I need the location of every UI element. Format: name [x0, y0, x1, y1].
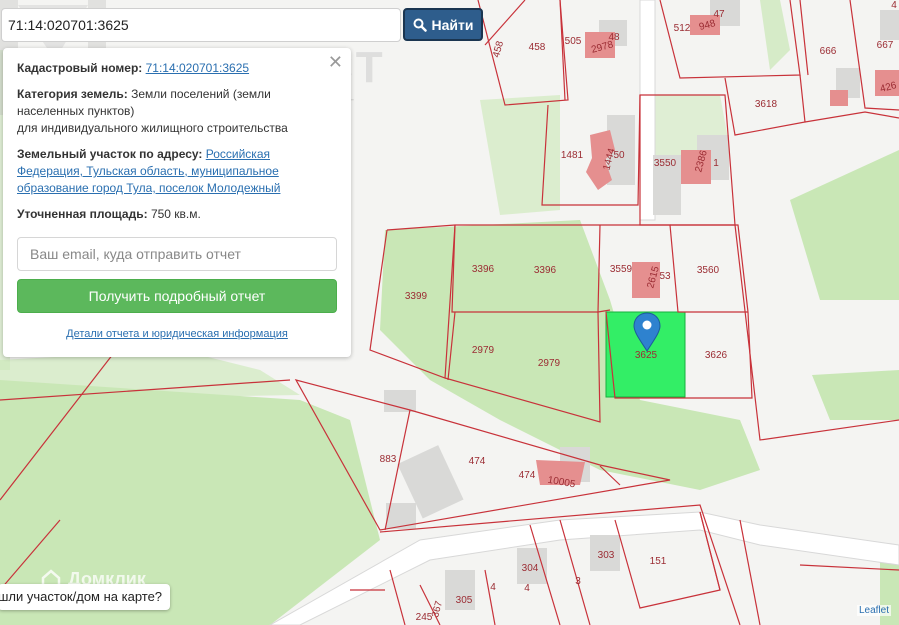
parcel-label: 3: [575, 576, 581, 587]
parcel-label: 303: [598, 550, 615, 561]
parcel-label: 3399: [405, 291, 428, 302]
parcel-label: 151: [650, 556, 667, 567]
parcel-label: 4: [891, 0, 897, 11]
land-category-row: Категория земель: Земли поселений (земли…: [17, 86, 337, 137]
parcel-label: 305: [456, 595, 473, 606]
address-link-3[interactable]: образование город Тула, поселок Молодежн…: [17, 181, 280, 195]
leaflet-attribution-link[interactable]: Leaflet: [856, 605, 891, 616]
parcel-label: 50: [613, 150, 625, 161]
area-value: 750 кв.м.: [150, 207, 201, 221]
search-button[interactable]: Найти: [403, 8, 483, 41]
address-link-2[interactable]: Федерация, Тульская область, муниципальн…: [17, 164, 279, 178]
parcel-label: 3396: [472, 264, 495, 275]
parcel-label: 3625: [635, 350, 658, 361]
parcel-label: 1481: [561, 150, 584, 161]
parcel-label: 3626: [705, 350, 728, 361]
parcel-label: 2979: [538, 358, 561, 369]
parcel-label: 512: [674, 23, 691, 34]
cadastral-number-link[interactable]: 71:14:020701:3625: [146, 61, 249, 75]
parcel-info-panel: ✕ Кадастровый номер: 71:14:020701:3625 К…: [3, 48, 351, 357]
get-report-button[interactable]: Получить подробный отчет: [17, 279, 337, 313]
cadastral-search-input[interactable]: [1, 8, 401, 42]
search-icon: [413, 18, 427, 32]
area-label: Уточненная площадь:: [17, 207, 148, 221]
parcel-label: 474: [519, 470, 536, 481]
area-row: Уточненная площадь: 750 кв.м.: [17, 206, 337, 223]
address-link-1[interactable]: Российская: [206, 147, 270, 161]
parcel-label: 666: [820, 46, 837, 57]
parcel-label: 505: [565, 36, 582, 47]
report-details-link[interactable]: Детали отчета и юридическая информация: [17, 326, 337, 343]
parcel-label: 3396: [534, 265, 557, 276]
parcel-label: 883: [380, 454, 397, 465]
land-category-label: Категория земель:: [17, 87, 128, 101]
parcel-label: 3550: [654, 158, 677, 169]
address-label: Земельный участок по адресу:: [17, 147, 203, 161]
parcel-label: 3559: [610, 264, 633, 275]
find-parcel-prompt[interactable]: шли участок/дом на карте?: [0, 584, 171, 610]
land-category-value-1: Земли поселений (земли: [131, 87, 271, 101]
parcel-label: 1: [713, 158, 719, 169]
parcel-label: 2979: [472, 345, 495, 356]
land-category-value-3: для индивидуального жилищного строительс…: [17, 121, 288, 135]
parcel-label: 4: [524, 583, 530, 594]
address-row: Земельный участок по адресу: Российская …: [17, 146, 337, 197]
parcel-label: 304: [522, 563, 539, 574]
parcel-label: 48: [608, 32, 620, 43]
email-input[interactable]: [17, 237, 337, 271]
land-category-value-2: населенных пунктов): [17, 104, 135, 118]
parcel-label: 53: [659, 271, 671, 282]
cadastral-number-label: Кадастровый номер:: [17, 61, 143, 75]
parcel-label: 3618: [755, 99, 778, 110]
parcel-label: 458: [529, 42, 546, 53]
parcel-label: 3560: [697, 265, 720, 276]
close-icon[interactable]: ✕: [328, 52, 343, 72]
search-button-label: Найти: [431, 16, 474, 33]
parcel-label: 474: [469, 456, 486, 467]
cadastral-number-row: Кадастровый номер: 71:14:020701:3625: [17, 60, 337, 77]
parcel-label: 667: [877, 40, 894, 51]
parcel-label: 47: [713, 9, 725, 20]
parcel-label: 4: [490, 582, 496, 593]
